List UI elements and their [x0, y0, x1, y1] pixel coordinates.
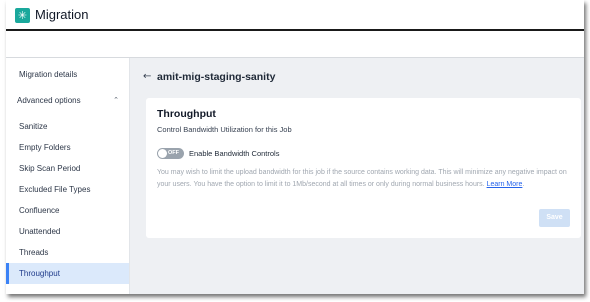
bandwidth-toggle[interactable]: OFF: [157, 148, 184, 159]
sidebar-item-skip-scan-period[interactable]: Skip Scan Period: [6, 158, 129, 179]
sidebar-item-label: Unattended: [19, 227, 61, 236]
sidebar-item-sanitize[interactable]: Sanitize: [6, 116, 129, 137]
sidebar-item-unattended[interactable]: Unattended: [6, 221, 129, 242]
sidebar-item-label: Throughput: [19, 269, 60, 278]
sub-bar: [6, 31, 584, 58]
toggle-label: Enable Bandwidth Controls: [189, 149, 280, 158]
app-window: ✳ Migration Migration details Advanced o…: [6, 0, 584, 294]
sidebar-item-label: Skip Scan Period: [19, 164, 81, 173]
snowflake-icon: ✳: [15, 8, 30, 23]
card-subtitle: Control Bandwidth Utilization for this J…: [157, 125, 292, 134]
sidebar-item-label: Threads: [19, 248, 49, 257]
throughput-card: Throughput Control Bandwidth Utilization…: [146, 98, 581, 238]
sidebar-item-label: Confluence: [19, 206, 60, 215]
toggle-knob: [158, 149, 167, 158]
save-button[interactable]: Save: [539, 209, 570, 227]
back-arrow-icon[interactable]: ←: [143, 71, 151, 82]
toggle-state-label: OFF: [168, 150, 179, 156]
sidebar: Migration details Advanced options ⌃ Sani…: [6, 58, 130, 294]
sidebar-item-label: Excluded File Types: [19, 185, 91, 194]
description: You may wish to limit the upload bandwid…: [157, 167, 572, 190]
sidebar-item-migration-details[interactable]: Migration details: [6, 64, 129, 85]
sidebar-item-empty-folders[interactable]: Empty Folders: [6, 137, 129, 158]
sidebar-section-advanced-options[interactable]: Advanced options ⌃: [6, 90, 129, 111]
sidebar-item-confluence[interactable]: Confluence: [6, 200, 129, 221]
sidebar-item-label: Sanitize: [19, 122, 48, 131]
app-title: Migration: [35, 7, 89, 22]
sidebar-item-excluded-file-types[interactable]: Excluded File Types: [6, 179, 129, 200]
page-title: amit-mig-staging-sanity: [157, 71, 276, 83]
sidebar-item-label: Advanced options: [17, 96, 81, 105]
sidebar-item-throughput[interactable]: Throughput: [6, 263, 129, 284]
description-period: .: [522, 180, 525, 188]
chevron-up-icon: ⌃: [113, 96, 119, 104]
sidebar-item-threads[interactable]: Threads: [6, 242, 129, 263]
learn-more-link[interactable]: Learn More: [487, 181, 523, 188]
top-bar: ✳ Migration: [6, 0, 584, 31]
sidebar-item-label: Empty Folders: [19, 143, 71, 152]
sidebar-item-label: Migration details: [19, 70, 78, 79]
card-title: Throughput: [157, 108, 216, 120]
